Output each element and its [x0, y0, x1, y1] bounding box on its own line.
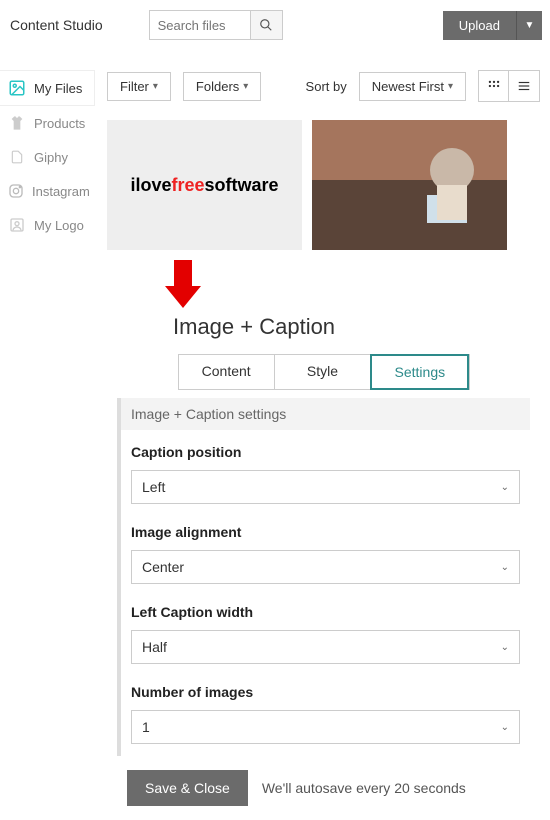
tab-content[interactable]: Content [179, 355, 275, 389]
autosave-text: We'll autosave every 20 seconds [262, 780, 466, 796]
search-icon [259, 18, 273, 32]
sidebar-item-instagram[interactable]: Instagram [0, 174, 95, 208]
chevron-down-icon: ⌄ [501, 642, 509, 653]
footer: Save & Close We'll autosave every 20 sec… [117, 756, 530, 820]
select-value: Half [142, 639, 167, 655]
field-label-number-of-images: Number of images [131, 684, 520, 700]
sort-select[interactable]: Newest First ▾ [359, 72, 466, 101]
thumbnail-item[interactable]: ilovefreesoftware [107, 120, 302, 250]
button-label: Folders [196, 79, 239, 94]
arrow-annotation [165, 260, 201, 308]
field-label-caption-position: Caption position [131, 444, 520, 460]
sidebar-item-my-logo[interactable]: My Logo [0, 208, 95, 242]
sort-by-label: Sort by [306, 79, 347, 94]
section-title: Image + Caption [173, 314, 540, 340]
select-value: Center [142, 559, 184, 575]
filter-button[interactable]: Filter ▾ [107, 72, 171, 101]
instagram-icon [8, 182, 24, 200]
upload-dropdown-button[interactable]: ▼ [516, 11, 542, 40]
sidebar-item-giphy[interactable]: Giphy [0, 140, 95, 174]
chevron-down-icon: ▾ [243, 81, 248, 92]
upload-group: Upload ▼ [443, 11, 542, 40]
select-caption-position[interactable]: Left ⌄ [131, 470, 520, 504]
grid-icon [487, 79, 501, 93]
select-left-caption-width[interactable]: Half ⌄ [131, 630, 520, 664]
view-toggle [478, 70, 540, 102]
field-label-image-alignment: Image alignment [131, 524, 520, 540]
list-icon [517, 79, 531, 93]
toolbar: Filter ▾ Folders ▾ Sort by Newest First ▾ [107, 70, 540, 102]
arrow-body-icon [174, 260, 192, 286]
logo-text: ilovefreesoftware [130, 175, 278, 196]
settings-panel-header: Image + Caption settings [117, 398, 530, 430]
shirt-icon [8, 114, 26, 132]
search-button[interactable] [250, 11, 282, 39]
sidebar: My Files Products Giphy Instagram My Log… [0, 50, 95, 820]
sidebar-item-label: Giphy [34, 150, 68, 165]
chevron-down-icon: ▾ [153, 81, 158, 92]
save-close-button[interactable]: Save & Close [127, 770, 248, 806]
sidebar-item-my-files[interactable]: My Files [0, 70, 95, 106]
sidebar-item-label: Instagram [32, 184, 90, 199]
grid-view-button[interactable] [479, 71, 509, 101]
select-value: Left [142, 479, 165, 495]
thumbnail-item[interactable] [312, 120, 507, 250]
button-label: Filter [120, 79, 149, 94]
chevron-down-icon: ▼ [525, 20, 535, 31]
sidebar-item-label: Products [34, 116, 85, 131]
file-icon [8, 148, 26, 166]
button-label: Newest First [372, 79, 444, 94]
settings-panel: Caption position Left ⌄ Image alignment … [117, 430, 530, 756]
search-input[interactable] [150, 11, 250, 39]
search-container [149, 10, 283, 40]
chevron-down-icon: ▾ [448, 81, 453, 92]
tabs: Content Style Settings [178, 354, 470, 390]
sidebar-item-products[interactable]: Products [0, 106, 95, 140]
chevron-down-icon: ⌄ [501, 482, 509, 493]
photo-placeholder [312, 120, 507, 250]
image-icon [8, 79, 26, 97]
tab-settings[interactable]: Settings [370, 354, 469, 390]
app-title: Content Studio [4, 17, 109, 33]
select-value: 1 [142, 719, 150, 735]
upload-button[interactable]: Upload [443, 11, 516, 40]
folders-button[interactable]: Folders ▾ [183, 72, 261, 101]
chevron-down-icon: ⌄ [501, 722, 509, 733]
tab-style[interactable]: Style [275, 355, 371, 389]
select-image-alignment[interactable]: Center ⌄ [131, 550, 520, 584]
arrow-head-icon [165, 286, 201, 308]
sidebar-item-label: My Logo [34, 218, 84, 233]
chevron-down-icon: ⌄ [501, 562, 509, 573]
thumbnails-row: ilovefreesoftware [107, 120, 540, 250]
sidebar-item-label: My Files [34, 81, 82, 96]
select-number-of-images[interactable]: 1 ⌄ [131, 710, 520, 744]
person-icon [8, 216, 26, 234]
field-label-left-caption-width: Left Caption width [131, 604, 520, 620]
list-view-button[interactable] [509, 71, 539, 101]
